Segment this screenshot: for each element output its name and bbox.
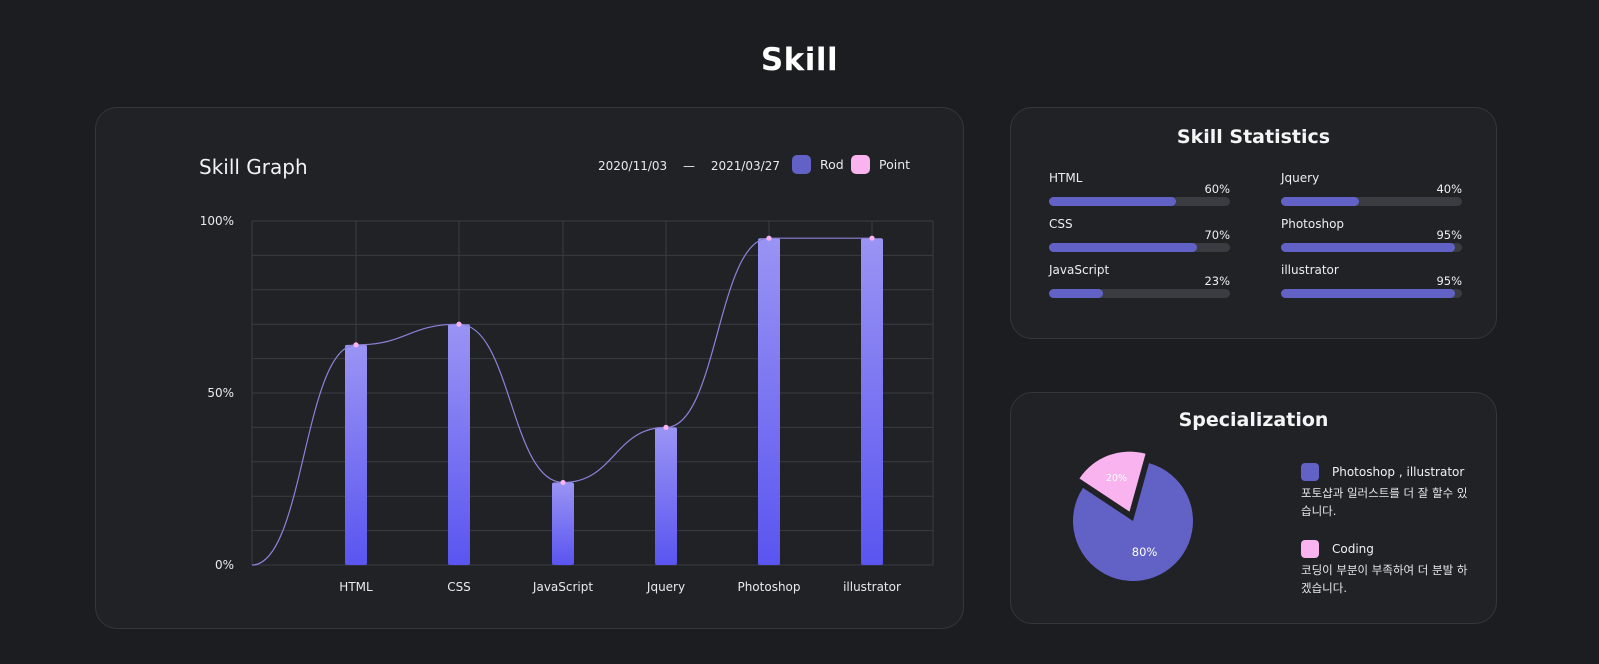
stat-progress-fill xyxy=(1281,289,1455,298)
pie-value-label: 80% xyxy=(1132,545,1158,559)
page-title: Skill xyxy=(760,42,839,78)
x-tick-label: Jquery xyxy=(646,580,685,594)
x-tick-label: HTML xyxy=(339,580,373,594)
specialization-card: Specialization 80% 20% Photoshop , illust… xyxy=(1010,392,1497,624)
bar-css xyxy=(448,324,470,565)
y-tick-label: 50% xyxy=(207,386,234,400)
point-marker-jquery xyxy=(663,424,669,430)
stat-name: illustrator xyxy=(1281,263,1339,277)
x-tick-label: illustrator xyxy=(843,580,901,594)
spec-legend-coding-label: Coding xyxy=(1332,542,1374,556)
stat-item-photoshop: Photoshop 95% xyxy=(1281,217,1462,257)
stat-item-html: HTML 60% xyxy=(1049,171,1230,211)
stat-percent: 60% xyxy=(1204,182,1230,196)
spec-legend-photoshop-desc: 포토샵과 일러스트를 더 잘 할수 있습니다. xyxy=(1301,486,1468,518)
spec-swatch-coding xyxy=(1301,540,1319,558)
bar-illustrator xyxy=(861,238,883,565)
stat-progress-track xyxy=(1281,243,1462,252)
stat-item-jquery: Jquery 40% xyxy=(1281,171,1462,211)
skill-graph-card: Skill Graph 2020/11/03 — 2021/03/27 Rod … xyxy=(95,107,964,629)
stat-progress-fill xyxy=(1049,197,1176,206)
stat-percent: 95% xyxy=(1436,228,1462,242)
stat-progress-track xyxy=(1049,243,1230,252)
stat-progress-fill xyxy=(1281,243,1455,252)
pie-value-label: 20% xyxy=(1106,473,1127,484)
stat-progress-track xyxy=(1049,197,1230,206)
skill-bar-chart: 0% 50% 100% HTML CSS JavaScript Jquery Photosho… xyxy=(200,214,934,594)
bar-javascript xyxy=(552,482,574,565)
stat-progress-fill xyxy=(1049,243,1198,252)
stat-name: Jquery xyxy=(1281,171,1320,185)
point-marker-photoshop xyxy=(766,235,772,241)
stat-percent: 40% xyxy=(1436,182,1462,196)
skill-statistics-title: Skill Statistics xyxy=(1176,126,1331,148)
bar-photoshop xyxy=(758,238,780,565)
stat-progress-track xyxy=(1281,289,1462,298)
bar-html xyxy=(345,344,367,565)
y-tick-label: 100% xyxy=(200,214,234,228)
stat-percent: 23% xyxy=(1204,274,1230,288)
spec-legend-photoshop-label: Photoshop , illustrator xyxy=(1332,465,1465,479)
point-marker-javascript xyxy=(560,479,566,486)
x-tick-label: CSS xyxy=(447,580,471,594)
stat-progress-fill xyxy=(1281,197,1359,206)
spec-legend-coding-head: Coding xyxy=(1301,540,1481,558)
stat-progress-fill xyxy=(1049,289,1104,298)
stat-name: CSS xyxy=(1049,217,1073,231)
stat-item-css: CSS 70% xyxy=(1049,217,1230,257)
point-marker-css xyxy=(456,321,462,327)
stat-percent: 95% xyxy=(1436,274,1462,288)
skill-statistics-card: Skill Statistics HTML 60% CSS 70% JavaScript… xyxy=(1010,107,1497,339)
stat-progress-track xyxy=(1049,289,1230,298)
x-tick-label: JavaScript xyxy=(532,580,593,594)
stat-name: Photoshop xyxy=(1281,217,1345,231)
spec-legend-coding: Coding 코딩이 부분이 부족하여 더 분발 하겠습니다. xyxy=(1301,540,1481,597)
point-marker-illustrator xyxy=(869,235,875,241)
stat-progress-track xyxy=(1281,197,1462,206)
stat-name: JavaScript xyxy=(1049,263,1110,277)
bar-jquery xyxy=(655,427,677,565)
stat-item-javascript: JavaScript 23% xyxy=(1049,263,1230,303)
stat-name: HTML xyxy=(1049,171,1083,185)
x-tick-label: Photoshop xyxy=(737,580,800,594)
stat-percent: 70% xyxy=(1204,228,1230,242)
point-marker-html xyxy=(353,342,359,348)
specialization-pie-chart: 80% 20% xyxy=(1073,451,1193,581)
stat-item-illustrator: illustrator 95% xyxy=(1281,263,1462,303)
spec-swatch-photoshop xyxy=(1301,463,1319,481)
spec-legend-photoshop: Photoshop , illustrator 포토샵과 일러스트를 더 잘 할… xyxy=(1301,463,1481,520)
y-tick-label: 0% xyxy=(215,558,234,572)
spec-legend-coding-desc: 코딩이 부분이 부족하여 더 분발 하겠습니다. xyxy=(1301,563,1468,595)
spec-legend-photoshop-head: Photoshop , illustrator xyxy=(1301,463,1481,481)
